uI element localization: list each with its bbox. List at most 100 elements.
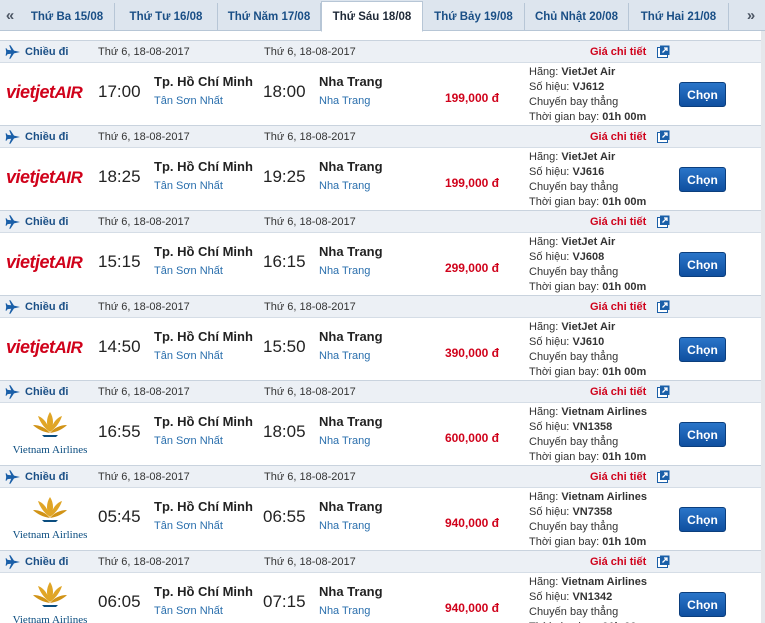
chevron-left-icon[interactable]: « (0, 0, 20, 30)
airline-prefix: Hãng: (529, 321, 559, 333)
tab-date-3[interactable]: Thứ Sáu 18/08 (321, 1, 423, 32)
ticket-price: 600,000 đ (444, 431, 499, 445)
flight-header: Chiều đi Thứ 6, 18-08-2017 Thứ 6, 18-08-… (0, 550, 765, 573)
vietnam-airlines-wordmark: Vietnam Airlines (12, 444, 88, 456)
external-link-icon[interactable] (657, 45, 670, 58)
duration-prefix: Thời gian bay: (529, 196, 600, 208)
external-link-icon[interactable] (657, 555, 670, 568)
departure-time: 05:45 (98, 507, 141, 526)
departure-city: Tp. Hồ Chí Minh (154, 159, 253, 174)
ticket-price: 940,000 đ (444, 516, 499, 530)
airline-line: Hãng: VietJet Air (529, 65, 669, 80)
flight-header: Chiều đi Thứ 6, 18-08-2017 Thứ 6, 18-08-… (0, 380, 765, 403)
price-detail-link[interactable]: Giá chi tiết (590, 216, 646, 228)
airline-line: Hãng: VietJet Air (529, 235, 669, 250)
flight-number-line: Số hiệu: VN1358 (529, 420, 669, 435)
flight-row-0: Chiều đi Thứ 6, 18-08-2017 Thứ 6, 18-08-… (0, 40, 765, 125)
choose-button[interactable]: Chọn (679, 252, 726, 277)
flight-type: Chuyến bay thẳng (529, 521, 619, 533)
choose-button[interactable]: Chọn (679, 82, 726, 107)
lotus-icon (33, 497, 67, 522)
flight-duration: 01h 00m (602, 111, 647, 123)
vietnam-airlines-wordmark: Vietnam Airlines (12, 614, 88, 623)
duration-line: Thời gian bay: 01h 00m (529, 365, 669, 380)
departure-time: 16:55 (98, 422, 141, 441)
flight-info: Hãng: VietJet Air Số hiệu: VJ612 Chuyến … (529, 65, 669, 125)
vietjet-logo: vietjetAIR (6, 337, 83, 357)
tab-date-2[interactable]: Thứ Năm 17/08 (218, 3, 321, 30)
choose-button[interactable]: Chọn (679, 422, 726, 447)
airline-name: VietJet Air (561, 321, 616, 333)
departure-date: Thứ 6, 18-08-2017 (98, 471, 190, 483)
arrival-city: Nha Trang (319, 499, 383, 514)
ticket-price: 299,000 đ (444, 261, 499, 275)
airline-name: VietJet Air (561, 236, 616, 248)
departure-date: Thứ 6, 18-08-2017 (98, 216, 190, 228)
tab-date-5[interactable]: Chủ Nhật 20/08 (525, 3, 629, 30)
external-link-icon[interactable] (657, 470, 670, 483)
choose-button[interactable]: Chọn (679, 337, 726, 362)
arrival-airport: Nha Trang (319, 520, 371, 532)
arrival-date: Thứ 6, 18-08-2017 (264, 386, 356, 398)
external-link-icon[interactable] (657, 130, 670, 143)
lotus-icon (33, 582, 67, 607)
arrival-time: 19:25 (263, 167, 306, 186)
flight-number-prefix: Số hiệu: (529, 81, 570, 93)
tab-date-6[interactable]: Thứ Hai 21/08 (629, 3, 729, 30)
flight-info: Hãng: VietJet Air Số hiệu: VJ608 Chuyến … (529, 235, 669, 295)
flight-number-prefix: Số hiệu: (529, 591, 570, 603)
ticket-price: 199,000 đ (444, 91, 499, 105)
arrival-airport: Nha Trang (319, 605, 371, 617)
price-detail-link[interactable]: Giá chi tiết (590, 46, 646, 58)
external-link-icon[interactable] (657, 385, 670, 398)
direction-label: Chiều đi (25, 216, 69, 228)
external-link-icon[interactable] (657, 300, 670, 313)
departure-city: Tp. Hồ Chí Minh (154, 499, 253, 514)
flight-number-prefix: Số hiệu: (529, 336, 570, 348)
arrival-time: 15:50 (263, 337, 306, 356)
price-detail-link[interactable]: Giá chi tiết (590, 386, 646, 398)
departure-city: Tp. Hồ Chí Minh (154, 414, 253, 429)
tab-date-0[interactable]: Thứ Ba 15/08 (20, 3, 115, 30)
choose-button[interactable]: Chọn (679, 167, 726, 192)
price-detail-link[interactable]: Giá chi tiết (590, 556, 646, 568)
ticket-price: 199,000 đ (444, 176, 499, 190)
departure-city: Tp. Hồ Chí Minh (154, 74, 253, 89)
direction-label: Chiều đi (25, 301, 69, 313)
tab-date-4[interactable]: Thứ Bảy 19/08 (423, 3, 525, 30)
arrival-date: Thứ 6, 18-08-2017 (264, 216, 356, 228)
flight-number: VJ610 (572, 336, 605, 348)
airplane-icon (5, 385, 20, 399)
price-detail-link[interactable]: Giá chi tiết (590, 131, 646, 143)
departure-date: Thứ 6, 18-08-2017 (98, 301, 190, 313)
departure-airport: Tân Sơn Nhất (154, 605, 223, 617)
departure-date: Thứ 6, 18-08-2017 (98, 386, 190, 398)
flight-info: Hãng: Vietnam Airlines Số hiệu: VN1358 C… (529, 405, 669, 465)
departure-airport: Tân Sơn Nhất (154, 265, 223, 277)
external-link-icon[interactable] (657, 215, 670, 228)
flight-number-line: Số hiệu: VJ616 (529, 165, 669, 180)
airline-prefix: Hãng: (529, 151, 559, 163)
flight-number: VJ616 (572, 166, 605, 178)
vietjet-logo: vietjetAIR (6, 167, 83, 187)
flight-header: Chiều đi Thứ 6, 18-08-2017 Thứ 6, 18-08-… (0, 465, 765, 488)
arrival-city: Nha Trang (319, 74, 383, 89)
flight-number-line: Số hiệu: VJ608 (529, 250, 669, 265)
choose-button[interactable]: Chọn (679, 592, 726, 617)
flight-duration: 01h 00m (602, 281, 647, 293)
flight-number-prefix: Số hiệu: (529, 251, 570, 263)
tab-date-1[interactable]: Thứ Tư 16/08 (115, 3, 218, 30)
price-detail-link[interactable]: Giá chi tiết (590, 471, 646, 483)
airline-name: VietJet Air (561, 151, 616, 163)
price-detail-link[interactable]: Giá chi tiết (590, 301, 646, 313)
choose-button[interactable]: Chọn (679, 507, 726, 532)
flight-row-6: Chiều đi Thứ 6, 18-08-2017 Thứ 6, 18-08-… (0, 550, 765, 623)
arrival-airport: Nha Trang (319, 180, 371, 192)
flight-number-line: Số hiệu: VJ610 (529, 335, 669, 350)
ticket-price: 390,000 đ (444, 346, 499, 360)
flight-header: Chiều đi Thứ 6, 18-08-2017 Thứ 6, 18-08-… (0, 125, 765, 148)
arrival-time: 06:55 (263, 507, 306, 526)
chevron-right-icon[interactable]: » (741, 0, 761, 30)
arrival-date: Thứ 6, 18-08-2017 (264, 46, 356, 58)
scrollbar-edge[interactable] (761, 31, 765, 623)
